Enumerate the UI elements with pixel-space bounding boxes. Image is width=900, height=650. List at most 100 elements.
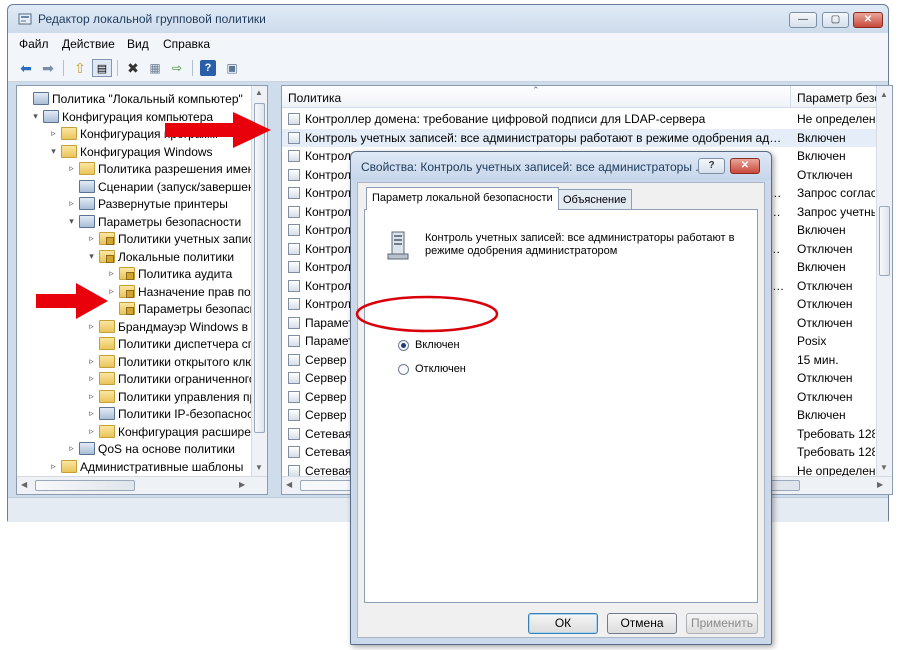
policy-value: Требовать 128 <box>797 445 875 459</box>
tree-item[interactable]: ▾ Параметры безопасности <box>17 213 251 231</box>
tree-item[interactable]: ▹ Административные шаблоны <box>17 458 251 476</box>
tree-scroll-thumb[interactable] <box>254 103 265 433</box>
list-vertical-scrollbar[interactable]: ▲ ▼ <box>876 86 892 476</box>
policy-name: Контроллер домена: требование цифровой п… <box>305 112 706 126</box>
radio-enabled[interactable] <box>398 340 409 351</box>
expand-triangle-icon[interactable]: ▹ <box>49 129 58 138</box>
tree-item[interactable]: ▾ Локальные политики <box>17 248 251 266</box>
policy-setting-icon <box>288 168 300 181</box>
folder-lock-icon <box>119 284 135 298</box>
gpedit-app-icon <box>18 13 32 25</box>
tree-item[interactable]: Сценарии (запуск/завершение) <box>17 178 267 196</box>
tree-item-label: Политики учетных записей <box>118 232 268 246</box>
expand-triangle-icon[interactable]: ▹ <box>67 444 76 453</box>
security-icon <box>79 214 95 228</box>
tree-item-label: Назначение прав пользователя <box>138 284 267 299</box>
tree-item[interactable]: ▹ Конфигурация расширенной политики аудит… <box>17 423 267 441</box>
back-arrow-icon[interactable]: ⬅ <box>16 59 36 77</box>
delete-icon[interactable]: ✖ <box>123 59 143 77</box>
expand-triangle-icon[interactable]: ▹ <box>107 269 116 278</box>
collapse-triangle-icon[interactable]: ▾ <box>87 251 96 261</box>
extended-view-icon[interactable]: ▣ <box>222 59 242 77</box>
expand-triangle-icon[interactable]: ▹ <box>67 164 76 173</box>
expand-triangle-icon[interactable]: ▹ <box>87 409 96 418</box>
dialog-help-button[interactable]: ? <box>698 158 725 174</box>
collapse-triangle-icon[interactable]: ▾ <box>49 146 58 156</box>
expand-triangle-icon[interactable]: ▹ <box>87 321 96 331</box>
properties-icon[interactable]: ▦ <box>145 59 165 77</box>
expand-triangle-icon[interactable]: ▹ <box>87 426 96 436</box>
scroll-down-arrow-icon[interactable]: ▼ <box>255 463 263 472</box>
tree-hscroll-thumb[interactable] <box>35 480 135 491</box>
list-scroll-thumb[interactable] <box>879 206 890 276</box>
policy-value: Не определено <box>797 112 875 126</box>
tree-item-label: Политика "Локальный компьютер" <box>52 92 243 106</box>
tree-item-label: Политика разрешения имен <box>98 162 255 176</box>
tree-item[interactable]: ▹ Политика аудита <box>17 265 251 283</box>
tree-item[interactable]: ▹ Брандмауэр Windows в режиме повышенной … <box>17 318 267 336</box>
up-folder-icon[interactable]: ⇧ <box>70 59 90 77</box>
tree-item-label: Развернутые принтеры <box>98 197 228 211</box>
collapse-triangle-icon[interactable]: ▾ <box>31 111 40 121</box>
export-list-icon[interactable]: ⇨ <box>167 59 187 77</box>
toolbar-separator <box>192 60 193 76</box>
tab-explain[interactable]: Объяснение <box>557 189 633 209</box>
menu-file[interactable]: Файл <box>19 37 49 51</box>
close-button[interactable]: ✕ <box>853 12 883 28</box>
cancel-button[interactable]: Отмена <box>607 613 677 634</box>
tree-item-label: Политики диспетчера списка сетей <box>118 337 267 351</box>
collapse-triangle-icon[interactable]: ▾ <box>67 216 76 226</box>
radio-enabled-label[interactable]: Включен <box>415 339 460 351</box>
radio-disabled-label[interactable]: Отключен <box>415 363 466 375</box>
column-header-setting[interactable]: Параметр безопасности <box>790 86 880 108</box>
menu-view[interactable]: Вид <box>127 37 149 51</box>
tree-item[interactable]: ▹ Развернутые принтеры <box>17 195 251 213</box>
scroll-down-arrow-icon[interactable]: ▼ <box>880 463 888 472</box>
tree-item[interactable]: Политика "Локальный компьютер" <box>17 90 251 108</box>
maximize-button[interactable]: ▢ <box>822 12 849 28</box>
policy-row[interactable]: Контроллер домена: требование цифровой п… <box>282 110 878 128</box>
expand-triangle-icon[interactable]: ▹ <box>87 391 96 401</box>
scroll-right-arrow-icon[interactable]: ▶ <box>239 480 245 489</box>
tree-item[interactable]: ▹ Политики управления приложениями <box>17 388 267 406</box>
expand-triangle-icon[interactable]: ▹ <box>49 461 58 471</box>
tree-item[interactable]: ▹ Политики ограниченного использования пр… <box>17 370 267 388</box>
menu-action[interactable]: Действие <box>62 37 115 51</box>
expand-triangle-icon[interactable]: ▹ <box>87 356 96 366</box>
scroll-right-arrow-icon[interactable]: ▶ <box>877 480 883 489</box>
scroll-up-arrow-icon[interactable]: ▲ <box>880 90 888 99</box>
policy-row[interactable]: Контроль учетных записей: все администра… <box>282 128 878 147</box>
policy-setting-icon <box>288 335 300 347</box>
dialog-body: Параметр локальной безопасности Объяснен… <box>357 182 765 638</box>
apply-button[interactable]: Применить <box>686 613 758 634</box>
expand-triangle-icon[interactable]: ▹ <box>87 234 96 243</box>
help-icon[interactable]: ? <box>200 60 216 76</box>
ipsec-icon <box>99 407 115 420</box>
expand-triangle-icon[interactable]: ▹ <box>67 199 76 208</box>
expand-triangle-icon[interactable]: ▹ <box>87 374 96 383</box>
menu-help[interactable]: Справка <box>163 37 210 51</box>
policy-setting-icon <box>288 464 300 476</box>
forward-arrow-icon[interactable]: ➡ <box>38 59 58 77</box>
tab-panel: Контроль учетных записей: все администра… <box>364 209 758 603</box>
show-hide-tree-icon[interactable]: ▤ <box>92 59 112 77</box>
minimize-button[interactable]: — <box>789 12 817 28</box>
scroll-up-arrow-icon[interactable]: ▲ <box>255 88 263 97</box>
scroll-left-arrow-icon[interactable]: ◀ <box>21 480 27 489</box>
scroll-left-arrow-icon[interactable]: ◀ <box>286 480 292 489</box>
tree-item[interactable]: ▹ Политика разрешения имен <box>17 160 255 178</box>
tree-item[interactable]: ▹ Политики IP-безопасности <box>17 405 265 423</box>
tree-horizontal-scrollbar[interactable]: ◀ ▶ <box>17 476 267 494</box>
folder-icon <box>99 319 115 333</box>
tab-local-security-setting[interactable]: Параметр локальной безопасности <box>366 187 559 210</box>
tree-item[interactable]: ▹ Политики открытого ключа <box>17 353 267 371</box>
tree-item[interactable]: Политики диспетчера списка сетей <box>17 335 267 353</box>
ok-button[interactable]: ОК <box>528 613 598 634</box>
dialog-close-button[interactable]: ✕ <box>730 158 760 174</box>
tree-item[interactable]: ▹ QoS на основе политики <box>17 440 251 458</box>
policy-name: Контроль учетных записей: все администра… <box>305 130 785 145</box>
tree-item[interactable]: ▹ Политики учетных записей <box>17 230 267 248</box>
sort-caret-icon: ⌃ <box>532 85 540 95</box>
folder-lock-icon <box>99 249 115 263</box>
radio-disabled[interactable] <box>398 364 409 375</box>
